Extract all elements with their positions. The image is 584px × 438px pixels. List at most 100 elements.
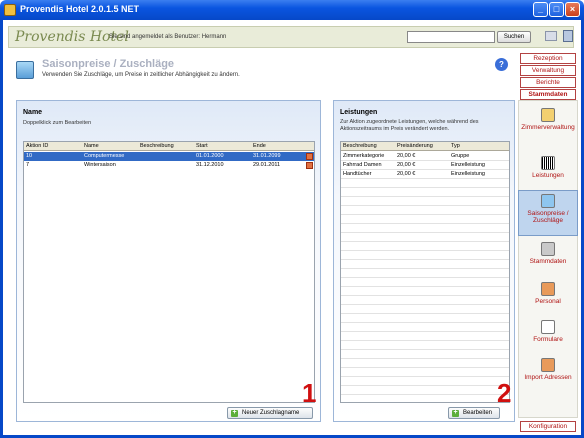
nav-master-data[interactable]: Stammdaten (520, 89, 576, 100)
delete-icon[interactable] (306, 153, 313, 160)
panel-hint: Doppelklick zum Bearbeiten (23, 120, 92, 126)
services-panel: Leistungen Zur Aktion zugeordnete Leistu… (333, 100, 515, 422)
panel-hint: Zur Aktion zugeordnete Leistungen, welch… (340, 119, 479, 132)
grid-line (341, 241, 509, 242)
sidebar-item-import-addresses[interactable]: Import Adressen (518, 358, 578, 400)
maximize-button[interactable]: □ (549, 2, 564, 17)
window-title: Provendis Hotel 2.0.1.5 NET (20, 4, 140, 14)
app-icon (4, 4, 16, 16)
sidebar-item-forms[interactable]: Formulare (518, 320, 578, 352)
grid-line (341, 268, 509, 269)
grid-line (341, 196, 509, 197)
import-people-icon (541, 358, 555, 372)
search-button[interactable]: Suchen (497, 31, 531, 43)
cell-description: Handtücher (343, 171, 372, 177)
grid-line (341, 394, 509, 395)
pencil-icon (541, 242, 555, 256)
grid-line (341, 160, 509, 161)
nav-administration[interactable]: Verwaltung (520, 65, 576, 76)
help-icon[interactable]: ? (495, 58, 508, 71)
title-bar: Provendis Hotel 2.0.1.5 NET _ □ × (0, 0, 584, 20)
cell-name: Computermesse (84, 153, 125, 159)
clipboard-icon (541, 108, 555, 122)
sidebar-item-label: Personal (535, 298, 561, 305)
app-header: Provendis Hotel Sie sind angemeldet als … (8, 26, 574, 48)
exit-icon[interactable] (563, 30, 573, 42)
nav-configuration[interactable]: Konfiguration (520, 421, 576, 432)
grid-line (341, 304, 509, 305)
mail-icon[interactable] (545, 31, 557, 41)
calculator-icon (541, 194, 555, 208)
sidebar-item-seasonal-prices[interactable]: Saisonpreise / Zuschläge (518, 190, 578, 236)
column-header[interactable]: Start (196, 143, 208, 149)
grid-line (341, 205, 509, 206)
grid-line (341, 187, 509, 188)
grid-line (341, 250, 509, 251)
page-subtitle: Verwenden Sie Zuschläge, um Preise in ze… (42, 72, 240, 78)
sidebar-item-services[interactable]: Leistungen (518, 156, 578, 186)
services-grid: Beschreibung Preisänderung Typ Zimmerkat… (340, 141, 510, 403)
cell-end: 29.01.2011 (253, 162, 281, 168)
column-header[interactable]: Aktion ID (26, 143, 48, 149)
nav-reports[interactable]: Berichte (520, 77, 576, 88)
cell-type: Einzelleistung (451, 171, 485, 177)
surcharge-names-panel: Name Doppelklick zum Bearbeiten Aktion I… (16, 100, 321, 422)
new-surcharge-name-button[interactable]: + Neuer Zuschlagname (227, 407, 313, 419)
sidebar-item-label: Saisonpreise / Zuschläge (527, 210, 569, 224)
table-row[interactable]: 7 Wintersaison 31.12.2010 29.01.2011 (24, 161, 314, 170)
panel-title: Name (23, 109, 43, 116)
add-icon: + (452, 409, 459, 417)
grid-line (341, 331, 509, 332)
cell-description: Fahrrad Damen (343, 162, 382, 168)
column-header[interactable]: Preisänderung (397, 143, 433, 149)
cell-id: 10 (26, 153, 33, 159)
cell-price-change: 20,00 € (397, 153, 416, 159)
cell-price-change: 20,00 € (397, 171, 416, 177)
surcharge-grid: Aktion ID Name Beschreibung Start Ende 1… (23, 141, 315, 403)
grid-line (341, 169, 509, 170)
column-header[interactable]: Beschreibung (343, 143, 377, 149)
column-header[interactable]: Beschreibung (140, 143, 174, 149)
column-header[interactable]: Name (84, 143, 99, 149)
button-label: Bearbeiten (463, 410, 493, 416)
edit-button[interactable]: + Bearbeiten (448, 407, 500, 419)
grid-line (341, 358, 509, 359)
search-input[interactable] (407, 31, 495, 43)
cell-id: 7 (26, 162, 30, 168)
nav-reception[interactable]: Rezeption (520, 53, 576, 64)
login-info: Sie sind angemeldet als Benutzer: Herman… (109, 34, 227, 40)
sidebar-item-label: Leistungen (532, 172, 564, 179)
column-header[interactable]: Ende (253, 143, 266, 149)
sidebar-item-label: Import Adressen (524, 374, 572, 381)
sidebar-item-rooms[interactable]: Zimmerverwaltung (518, 108, 578, 150)
column-header[interactable]: Typ (451, 143, 460, 149)
grid-line (341, 295, 509, 296)
annotation-marker-1: 1 (302, 378, 317, 408)
grid-line (341, 178, 509, 179)
cell-start: 31.12.2010 (196, 162, 224, 168)
annotation-marker-2: 2 (497, 378, 512, 408)
grid-line (341, 277, 509, 278)
sidebar-item-label: Zimmerverwaltung (521, 124, 575, 131)
document-icon (541, 320, 555, 334)
sidebar-item-staff[interactable]: Personal (518, 282, 578, 312)
minimize-button[interactable]: _ (533, 2, 548, 17)
grid-line (341, 340, 509, 341)
cell-description: Zimmerkategorie (343, 153, 385, 159)
grid-line (341, 322, 509, 323)
close-button[interactable]: × (565, 2, 580, 17)
grid-header: Aktion ID Name Beschreibung Start Ende (24, 142, 314, 151)
cell-end: 31.01.2099 (253, 153, 281, 159)
button-label: Neuer Zuschlagname (242, 410, 300, 416)
add-icon: + (231, 409, 238, 417)
delete-icon[interactable] (306, 162, 313, 169)
sidebar-item-label: Stammdaten (529, 258, 567, 265)
grid-line (341, 232, 509, 233)
grid-line (341, 376, 509, 377)
grid-header: Beschreibung Preisänderung Typ (341, 142, 509, 151)
cell-start: 01.01.2000 (196, 153, 224, 159)
table-row[interactable]: 10 Computermesse 01.01.2000 31.01.2099 (24, 152, 314, 161)
grid-line (341, 385, 509, 386)
grid-line (341, 214, 509, 215)
sidebar-item-master-data[interactable]: Stammdaten (518, 242, 578, 272)
